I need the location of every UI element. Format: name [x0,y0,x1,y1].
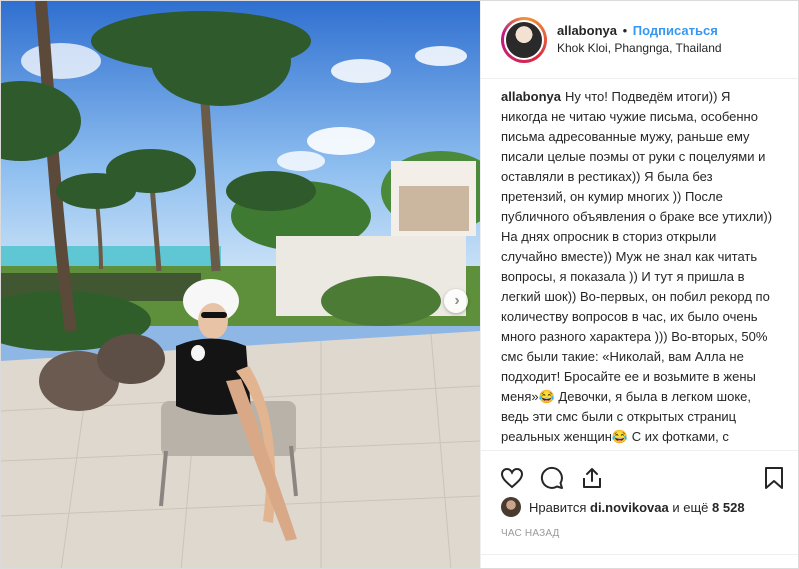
post-photo[interactable]: › [1,1,480,568]
add-comment-bar[interactable] [481,554,798,568]
caption-text: Ну что! Подведём итоги)) Я никогда не чи… [501,89,773,450]
caption: allabonya Ну что! Подведём итоги)) Я нико… [501,87,773,450]
comment-icon [540,466,563,489]
post-header: allabonya • Подписаться Khok Kloi, Phang… [481,1,798,79]
location-link[interactable]: Khok Kloi, Phangnga, Thailand [557,40,722,57]
caption-author-link[interactable]: allabonya [501,89,561,104]
separator-dot: • [622,23,628,38]
follow-button[interactable]: Подписаться [633,23,718,38]
like-button[interactable] [499,465,525,491]
post-photo-image [1,1,480,568]
likes-count-link[interactable]: 8 528 [712,500,745,515]
carousel-next-button[interactable]: › [444,289,468,313]
likes-prefix: Нравится [529,499,587,515]
heart-icon [500,467,524,488]
liker-username-link[interactable]: di.novikovaa [590,500,669,515]
share-button[interactable] [579,465,605,491]
chevron-right-icon: › [454,292,460,309]
post-header-text: allabonya • Подписаться Khok Kloi, Phang… [557,22,722,57]
likes-row: Нравится di.novikovaa и ещё 8 528 [501,495,745,519]
liker-avatar[interactable] [501,497,521,517]
post-sidebar: allabonya • Подписаться Khok Kloi, Phang… [480,1,798,568]
comment-button[interactable] [539,465,565,491]
post-timestamp[interactable]: час назад [501,528,560,539]
story-ring[interactable] [501,16,547,63]
avatar[interactable] [504,19,544,60]
share-icon [583,467,601,488]
caption-scroll-area[interactable]: allabonya Ну что! Подведём итоги)) Я нико… [481,80,798,450]
bookmark-icon [765,466,783,489]
action-bar [481,450,798,494]
save-button[interactable] [761,465,787,491]
likes-middle: и ещё [672,499,709,515]
username-link[interactable]: allabonya [557,23,617,38]
instagram-post: › allabonya • Подписаться Khok Kloi, Pha… [0,0,799,569]
